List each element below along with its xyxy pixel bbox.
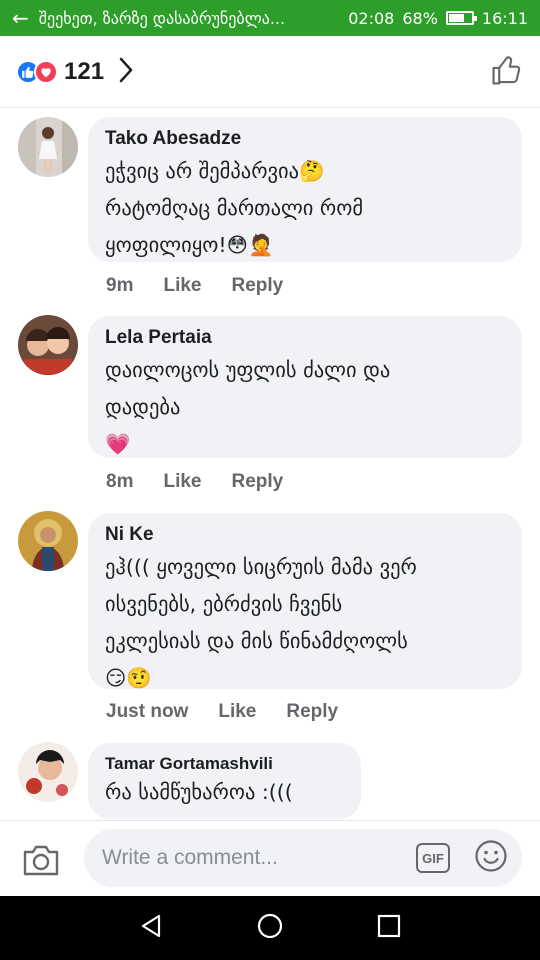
reaction-count: 121 [64,57,105,85]
reply-button[interactable]: Reply [232,471,284,493]
comment-text: ეჭვიც არ შემპარვია🤔 რატომღაც მართალი რომ… [105,159,364,257]
comment-bubble[interactable]: Lela Pertaia დაილოცოს უფლის ძალი და დადე… [88,316,522,458]
comment-composer: Write a comment... GIF [0,820,540,896]
comment-author[interactable]: Lela Pertaia [105,327,504,349]
thumbs-up-icon [492,55,521,85]
emoji-icon[interactable] [474,839,508,877]
reactions-summary[interactable]: 121 [16,57,134,87]
nav-recents-icon[interactable] [376,913,402,943]
like-button[interactable]: Like [163,471,201,493]
love-icon [34,59,58,84]
comment-author[interactable]: Ni Ke [105,524,504,546]
comment-time: 9m [106,275,134,296]
nav-back-icon[interactable] [138,913,164,943]
return-to-call-text[interactable]: შეეხეთ, ზარზე დასაბრუნებლა... [39,9,342,28]
comment-author[interactable]: Tamar Gortamashvili [105,754,343,774]
battery-percent: 68% [402,8,438,28]
nav-home-icon[interactable] [256,912,284,944]
comment-time: Just now [106,701,189,722]
comment-actions: 8m Like Reply [106,471,313,493]
comment-text: ეჰ((( ყოველი სიცრუის მამა ვერ ისვენებს, … [105,555,417,690]
like-button[interactable]: Like [163,275,201,297]
reply-button[interactable]: Reply [286,701,338,723]
comment-actions: Just now Like Reply [106,701,368,723]
reactions-header: 121 [0,36,540,108]
camera-icon[interactable] [22,843,60,881]
like-button[interactable]: Like [218,701,256,723]
avatar[interactable] [18,742,78,802]
comment-author[interactable]: Tako Abesadze [105,128,504,150]
chevron-right-icon[interactable] [118,57,134,87]
comment-bubble[interactable]: Tako Abesadze ეჭვიც არ შემპარვია🤔 რატომღ… [88,117,522,262]
comment-text: რა სამწუხაროა :((( [105,780,293,804]
status-bar: ← შეეხეთ, ზარზე დასაბრუნებლა... 02:08 68… [0,0,540,36]
avatar[interactable] [18,315,78,375]
comments-list[interactable]: Tako Abesadze ეჭვიც არ შემპარვია🤔 რატომღ… [0,109,540,820]
comment-input-placeholder: Write a comment... [102,846,278,869]
call-timer: 02:08 [348,8,395,28]
battery-icon [445,11,477,25]
comment-input[interactable]: Write a comment... GIF [84,829,522,887]
gif-button[interactable]: GIF [416,843,450,873]
avatar[interactable] [18,511,78,571]
comment-text: დაილოცოს უფლის ძალი და დადება 💗 [105,358,391,456]
comment-bubble[interactable]: Tamar Gortamashvili რა სამწუხაროა :((( [88,743,361,819]
like-post-button[interactable] [490,53,524,91]
avatar[interactable] [18,117,78,177]
comment-time: 8m [106,471,134,492]
comment-actions: 9m Like Reply [106,275,313,297]
comment-bubble[interactable]: Ni Ke ეჰ((( ყოველი სიცრუის მამა ვერ ისვე… [88,513,522,690]
clock: 16:11 [481,8,528,28]
arrow-left-icon[interactable]: ← [12,6,29,30]
reply-button[interactable]: Reply [232,275,284,297]
system-nav-bar [0,896,540,960]
